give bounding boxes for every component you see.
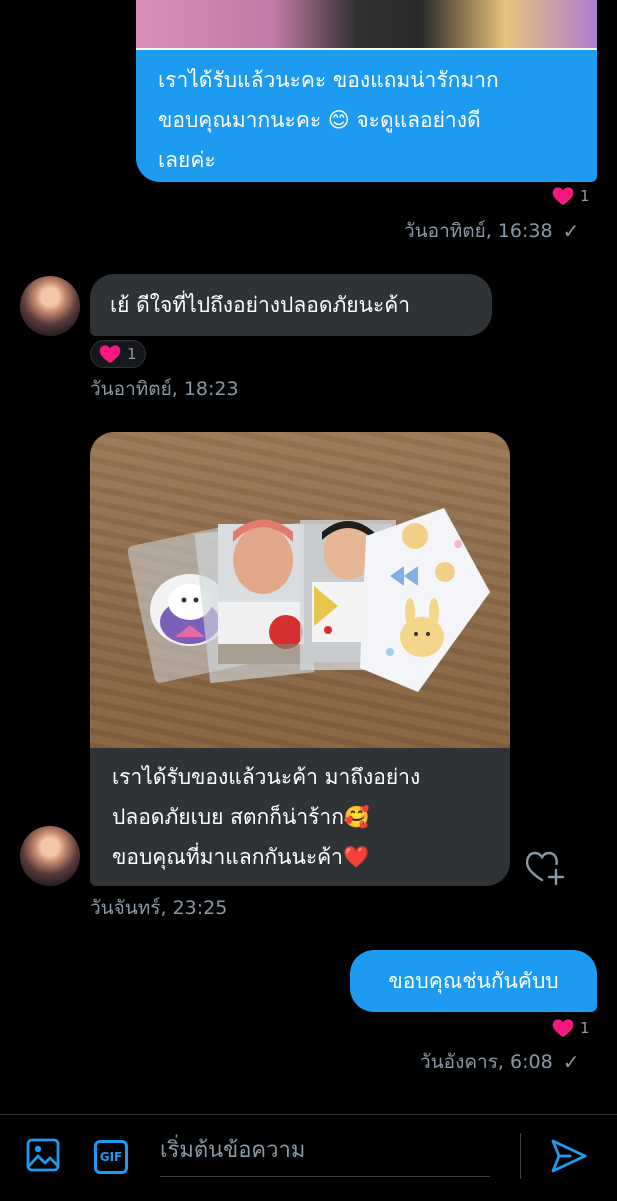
message-meta: วันอังคาร, 6:08 ✓ xyxy=(420,1047,579,1077)
reaction-count: 1 xyxy=(580,1019,590,1037)
outgoing-message-bubble[interactable]: เราได้รับแล้วนะคะ ของแถมน่ารักมาก ขอบคุณ… xyxy=(136,0,597,182)
attached-photo-partial[interactable] xyxy=(136,0,597,50)
timestamp: วันอังคาร, 6:08 xyxy=(420,1051,553,1073)
outgoing-message-bubble[interactable]: ขอบคุณช่นกันคับบ xyxy=(350,950,597,1012)
input-underline xyxy=(160,1176,490,1177)
incoming-message-bubble[interactable]: เราได้รับของแล้วนะค้า มาถึงอย่าง ปลอดภัย… xyxy=(90,748,510,886)
composer-divider xyxy=(520,1133,521,1179)
heart-icon xyxy=(99,345,121,364)
reaction[interactable]: 1 xyxy=(90,340,146,368)
message-composer xyxy=(0,1114,617,1201)
avatar[interactable] xyxy=(20,826,80,886)
timestamp: วันจันทร์, 23:25 xyxy=(90,897,228,919)
check-icon: ✓ xyxy=(562,219,580,243)
message-text: ขอบคุณช่นกันคับบ xyxy=(388,969,559,993)
heart-icon xyxy=(552,187,574,206)
message-meta: วันอาทิตย์, 16:38 ✓ xyxy=(404,216,579,246)
gif-icon[interactable]: GIF xyxy=(94,1140,128,1174)
add-reaction-icon[interactable] xyxy=(526,848,566,886)
message-text: เราได้รับแล้วนะคะ ของแถมน่ารักมาก ขอบคุณ… xyxy=(158,68,499,172)
message-input[interactable]: เริ่มต้นข้อความ xyxy=(160,1132,305,1167)
photo-content xyxy=(127,508,490,692)
send-icon[interactable] xyxy=(550,1138,588,1174)
image-icon[interactable] xyxy=(26,1138,60,1172)
reaction[interactable]: 1 xyxy=(552,1018,590,1038)
reaction-count: 1 xyxy=(127,345,137,363)
incoming-message-bubble[interactable]: เย้ ดีใจที่ไปถึงอย่างปลอดภัยนะค้า xyxy=(90,274,492,336)
timestamp: วันอาทิตย์, 18:23 xyxy=(90,378,239,400)
reaction[interactable]: 1 xyxy=(552,186,590,206)
message-text: เย้ ดีใจที่ไปถึงอย่างปลอดภัยนะค้า xyxy=(110,293,411,317)
reaction-count: 1 xyxy=(580,187,590,205)
attached-photo[interactable] xyxy=(90,432,510,748)
avatar[interactable] xyxy=(20,276,80,336)
timestamp: วันอาทิตย์, 16:38 xyxy=(404,220,553,242)
check-icon: ✓ xyxy=(562,1050,580,1074)
heart-icon xyxy=(552,1019,574,1038)
message-text: เราได้รับของแล้วนะค้า มาถึงอย่าง ปลอดภัย… xyxy=(112,765,421,869)
